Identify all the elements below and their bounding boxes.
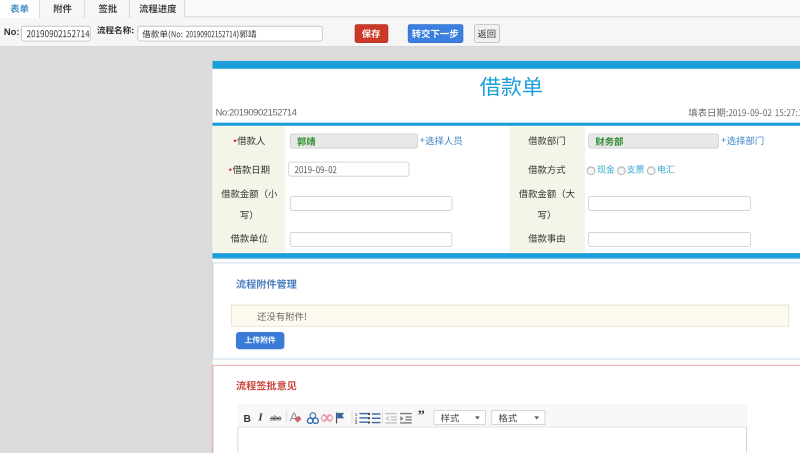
svg-text:3: 3 (354, 420, 357, 424)
